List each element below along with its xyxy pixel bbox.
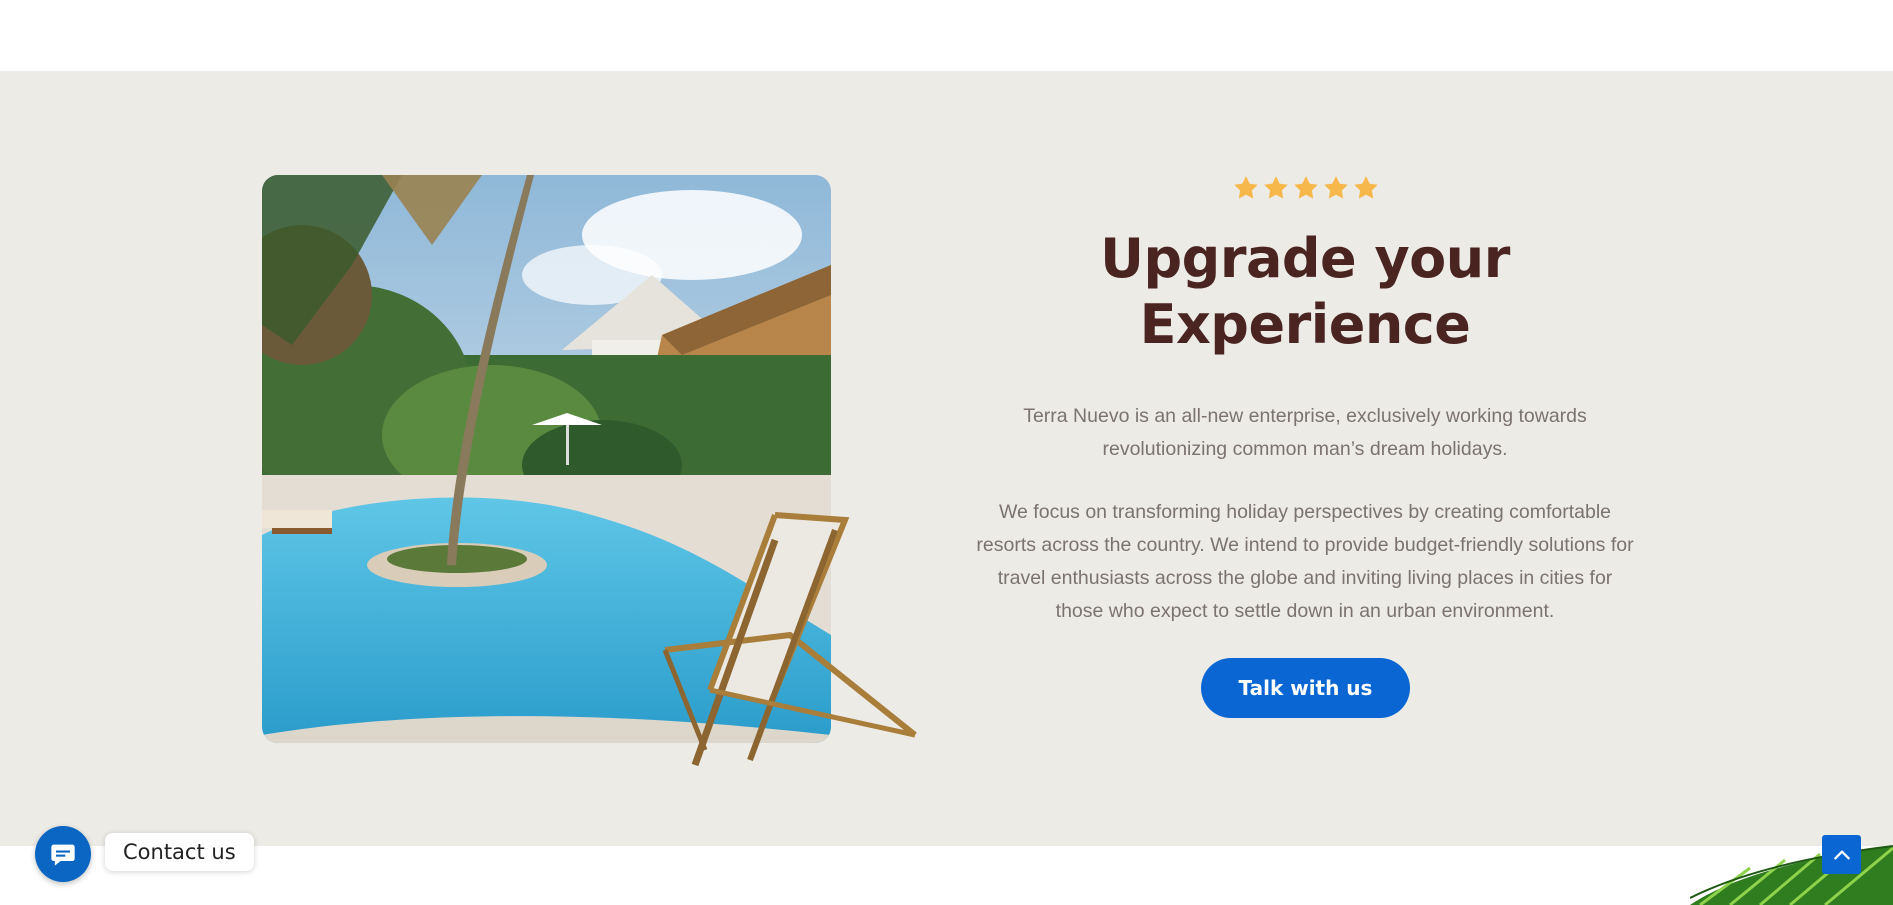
star-icon [1294, 176, 1318, 199]
contact-us-label[interactable]: Contact us [105, 833, 254, 871]
star-icon [1264, 176, 1288, 199]
palm-leaf-decoration [1690, 845, 1893, 905]
star-icon [1324, 176, 1348, 199]
bottom-white-band [0, 846, 1893, 905]
focus-paragraph: We focus on transforming holiday perspec… [976, 501, 1634, 622]
chat-bubble-icon [51, 844, 75, 866]
heading-line-2: Experience [1139, 293, 1471, 356]
intro-paragraph: Terra Nuevo is an all-new enterprise, ex… [1023, 405, 1587, 460]
section-heading: Upgrade your Experience [1040, 226, 1570, 358]
talk-with-us-button[interactable]: Talk with us [1201, 658, 1410, 718]
star-icon [1354, 176, 1378, 199]
scroll-to-top-button[interactable] [1822, 835, 1861, 874]
deck-chair-image [662, 512, 917, 767]
star-icon [1234, 176, 1258, 199]
rating-stars [1232, 174, 1380, 206]
top-white-band [0, 0, 1893, 71]
heading-line-1: Upgrade your [1100, 227, 1510, 290]
chevron-up-icon [1833, 850, 1850, 859]
contact-chat-button[interactable] [35, 826, 91, 882]
